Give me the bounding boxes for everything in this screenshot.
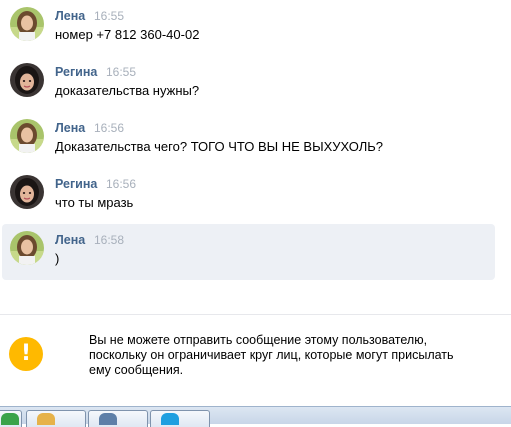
message-author[interactable]: Лена	[55, 233, 85, 247]
window-bottom-edge	[0, 394, 511, 406]
message-item: Регина 16:56 что ты мразь	[2, 168, 495, 224]
avatar-regina[interactable]	[10, 175, 44, 209]
avatar-lena[interactable]	[10, 119, 44, 153]
notice-text: Вы не можете отправить сообщение этому п…	[89, 333, 489, 378]
app-icon	[99, 413, 117, 425]
exclamation-icon: !	[9, 337, 43, 371]
app-icon	[1, 413, 19, 425]
message-text: )	[55, 251, 60, 266]
message-item: Лена 16:56 Доказательства чего? ТОГО ЧТО…	[2, 112, 495, 168]
app-icon	[37, 413, 55, 425]
message-text: доказательства нужны?	[55, 83, 200, 98]
taskbar-button[interactable]	[88, 410, 148, 427]
notice-line: поскольку он ограничивает круг лиц, кото…	[89, 348, 454, 362]
taskbar-button[interactable]	[150, 410, 210, 427]
message-time: 16:55	[94, 9, 125, 23]
message-item-selected[interactable]: Лена 16:58 )	[2, 224, 495, 280]
avatar-lena[interactable]	[10, 7, 44, 41]
message-time: 16:56	[94, 121, 125, 135]
message-time: 16:58	[94, 233, 125, 247]
message-text: что ты мразь	[55, 195, 134, 210]
message-author[interactable]: Регина	[55, 177, 97, 191]
avatar-regina[interactable]	[10, 63, 44, 97]
notice-line: Вы не можете отправить сообщение этому п…	[89, 333, 428, 347]
taskbar-button[interactable]	[0, 410, 22, 427]
message-item: Регина 16:55 доказательства нужны?	[2, 56, 495, 112]
message-author[interactable]: Лена	[55, 121, 85, 135]
message-author[interactable]: Регина	[55, 65, 97, 79]
taskbar	[0, 406, 511, 427]
message-time: 16:55	[106, 65, 137, 79]
message-author[interactable]: Лена	[55, 9, 85, 23]
message-text: номер +7 812 360-40-02	[55, 27, 200, 42]
cannot-send-notice: ! Вы не можете отправить сообщение этому…	[0, 314, 511, 395]
taskbar-button[interactable]	[26, 410, 86, 427]
message-text: Доказательства чего? ТОГО ЧТО ВЫ НЕ ВЫХУ…	[55, 139, 384, 154]
message-time: 16:56	[106, 177, 137, 191]
notice-line: ему сообщения.	[89, 363, 184, 377]
avatar-lena[interactable]	[10, 231, 44, 265]
skype-icon	[161, 413, 179, 425]
message-item: Лена 16:55 номер +7 812 360-40-02	[2, 0, 495, 56]
